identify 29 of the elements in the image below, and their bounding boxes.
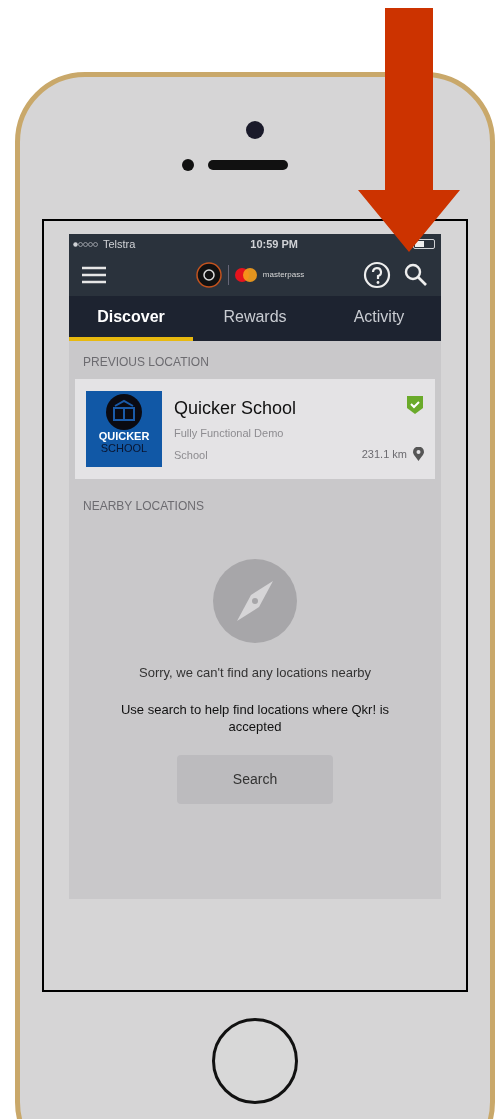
help-icon[interactable] bbox=[363, 261, 391, 289]
section-heading: PREVIOUS LOCATION bbox=[82, 354, 210, 371]
distance-label: 231.1 km bbox=[361, 446, 407, 462]
section-heading: NEARBY LOCATIONS bbox=[82, 498, 205, 515]
menu-icon[interactable] bbox=[81, 265, 107, 285]
empty-message: Sorry, we can't find any locations nearby bbox=[139, 664, 371, 682]
arrow-icon bbox=[358, 8, 460, 252]
location-description: Fully Functional Demo School bbox=[174, 426, 285, 463]
tab[interactable]: Activity bbox=[317, 296, 441, 341]
signal-icon bbox=[73, 241, 99, 247]
logo-text: SCHOOL bbox=[100, 442, 148, 454]
search-hint: Use search to help find locations where Qkr! is accepted bbox=[119, 700, 391, 735]
sensor-icon bbox=[182, 159, 194, 171]
speaker-icon bbox=[208, 160, 288, 170]
search-icon[interactable] bbox=[403, 262, 429, 288]
logo-icon bbox=[195, 262, 222, 288]
logo-text: QUICKER bbox=[98, 430, 150, 442]
camera-icon bbox=[246, 121, 264, 139]
tab[interactable]: Discover bbox=[69, 296, 193, 341]
location-card[interactable]: QUICKER SCHOOL Quicker School Fully Functional Demo School 231.1 km bbox=[75, 379, 435, 479]
compass-icon bbox=[213, 559, 297, 643]
tab[interactable]: Rewards bbox=[193, 296, 317, 341]
pin-icon bbox=[413, 446, 424, 461]
card-logo-icon bbox=[234, 268, 257, 282]
clock-label: 10:59 PM bbox=[250, 236, 299, 252]
search-button[interactable]: Search bbox=[177, 754, 333, 804]
location-name: Quicker School bbox=[174, 397, 297, 420]
brand-label: masterpass bbox=[262, 269, 305, 281]
carrier-label: Telstra bbox=[103, 236, 136, 252]
